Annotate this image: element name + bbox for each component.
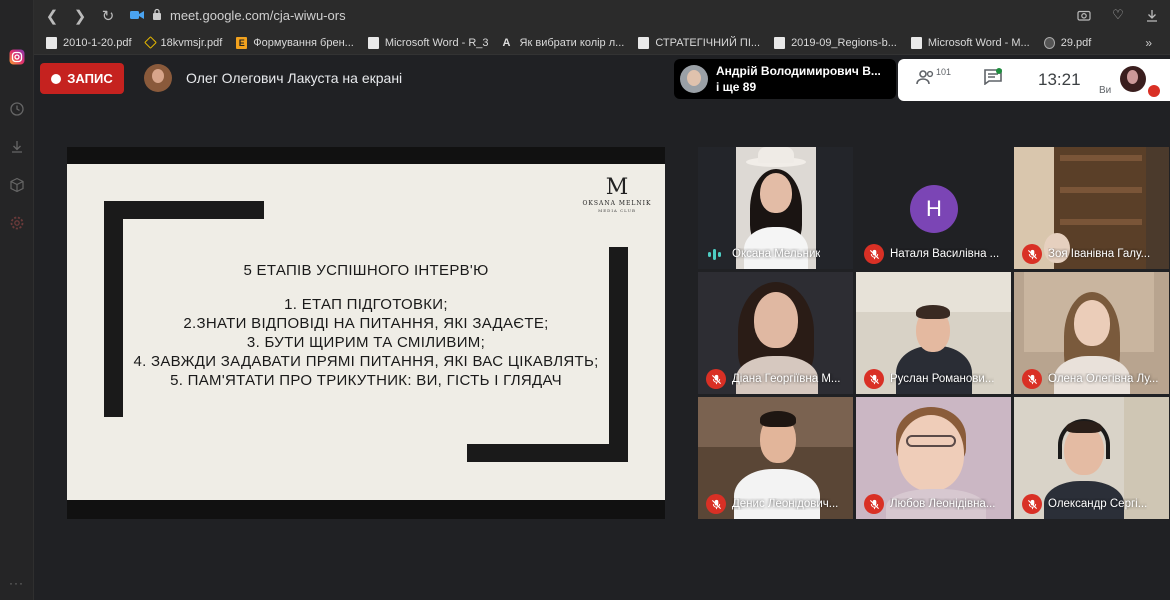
bookmark-item[interactable]: СТРАТЕГІЧНИЙ ПІ...	[638, 36, 760, 49]
self-avatar[interactable]	[1120, 66, 1146, 92]
speaker-others: і ще 89	[716, 80, 757, 94]
participant-name: Денис Леонідович...	[732, 498, 839, 510]
participant-tile[interactable]: Любов Леонідівна...	[856, 397, 1011, 519]
box-icon[interactable]	[8, 176, 26, 194]
more-icon[interactable]: ···	[9, 576, 24, 590]
self-label: Ви	[1099, 85, 1112, 96]
self-mic-off-icon	[1148, 85, 1160, 97]
slide-decoration	[467, 444, 628, 462]
participant-name: Діана Георгіївна М...	[732, 373, 841, 385]
meet-controls: 101 13:21 Ви	[898, 59, 1170, 101]
bookmarks-bar: 2010-1-20.pdf 18kvmsjr.pdf E Формування б…	[34, 31, 1170, 55]
presentation-frame[interactable]: M OKSANA MELNIK MEDIA CLUB 5 ЕТАПІВ УСПІ…	[67, 147, 665, 519]
slide-list-item: 5. ПАМ'ЯТАТИ ПРО ТРИКУТНИК: ВИ, ГІСТЬ І …	[170, 372, 562, 389]
document-icon	[46, 36, 57, 49]
speaking-indicator-icon	[708, 248, 721, 260]
people-count: 101	[936, 67, 952, 77]
chat-notification-dot	[996, 68, 1002, 74]
participant-tile[interactable]: Денис Леонідович...	[698, 397, 853, 519]
browser-toolbar: ❮ ❯ ↻ meet.google.com/cja-wiwu-ors ♡	[34, 0, 1170, 31]
e-site-icon: E	[236, 36, 248, 49]
instagram-icon[interactable]	[8, 48, 26, 66]
participant-name: Оксана Мельник	[732, 248, 821, 260]
bookmark-item[interactable]: E Формування брен...	[236, 36, 354, 49]
document-icon	[638, 36, 650, 49]
presenter-status: Олег Олегович Лакуста на екрані	[186, 70, 403, 86]
participant-name: Олена Олегівна Лу...	[1048, 373, 1159, 385]
download-icon[interactable]	[1142, 4, 1162, 26]
bookmark-item[interactable]: 18kvmsjr.pdf	[143, 36, 222, 49]
url-text[interactable]: meet.google.com/cja-wiwu-ors	[170, 8, 346, 23]
reload-icon[interactable]: ↻	[94, 2, 122, 30]
slide-list-item: 4. ЗАВЖДИ ЗАДАВАТИ ПРЯМІ ПИТАННЯ, ЯКІ ВА…	[133, 353, 599, 370]
document-icon	[367, 36, 379, 49]
downloads-icon[interactable]	[8, 138, 26, 156]
participant-tile[interactable]: Оксана Мельник	[698, 147, 853, 269]
mic-off-icon	[864, 244, 884, 264]
participant-tile[interactable]: Руслан Романови...	[856, 272, 1011, 394]
heart-icon[interactable]: ♡	[1108, 4, 1128, 26]
a-site-icon: A	[502, 36, 511, 49]
bookmark-item[interactable]: 29.pdf	[1043, 36, 1091, 49]
presenter-avatar	[144, 64, 172, 92]
slide-title: 5 ЕТАПІВ УСПІШНОГО ІНТЕРВ'Ю	[243, 262, 489, 279]
mic-off-icon	[706, 369, 726, 389]
participant-name: Зоя Іванівна Галу...	[1048, 248, 1151, 260]
record-dot-icon	[51, 73, 62, 84]
speaker-avatar	[680, 65, 708, 93]
address-bar[interactable]: meet.google.com/cja-wiwu-ors	[130, 5, 346, 27]
screenshot-icon[interactable]	[1074, 4, 1094, 26]
participant-tile[interactable]: Олександр Сергі...	[1014, 397, 1169, 519]
slide-list-item: 1. ЕТАП ПІДГОТОВКИ;	[284, 296, 448, 313]
participant-name: Олександр Сергі...	[1048, 498, 1148, 510]
google-meet-browser-window: ··· ❮ ❯ ↻ meet.google.com/cja-wiwu-ors ♡	[0, 0, 1170, 600]
participant-tile[interactable]: Зоя Іванівна Галу...	[1014, 147, 1169, 269]
lock-icon	[152, 7, 162, 25]
oksana-melnik-logo: M OKSANA MELNIK MEDIA CLUB	[582, 175, 652, 214]
recording-button[interactable]: ЗАПИС	[40, 63, 124, 94]
meeting-stage: M OKSANA MELNIK MEDIA CLUB 5 ЕТАПІВ УСПІ…	[34, 101, 1170, 600]
participant-tile[interactable]: H Наталя Василівна ...	[856, 147, 1011, 269]
mic-off-icon	[864, 369, 884, 389]
slide-list: 1. ЕТАП ПІДГОТОВКИ; 2.ЗНАТИ ВІДПОВІДІ НА…	[67, 295, 665, 390]
meet-header: ЗАПИС Олег Олегович Лакуста на екрані Ан…	[34, 55, 1170, 101]
presentation-slide: M OKSANA MELNIK MEDIA CLUB 5 ЕТАПІВ УСПІ…	[67, 164, 665, 500]
meeting-clock: 13:21	[1038, 70, 1081, 89]
back-icon[interactable]: ❮	[38, 2, 66, 30]
participant-name: Руслан Романови...	[890, 373, 995, 385]
mic-off-icon	[1022, 494, 1042, 514]
bookmark-item[interactable]: 2019-09_Regions-b...	[774, 36, 897, 49]
speaker-name: Андрій Володимирович В...	[716, 64, 881, 78]
history-icon[interactable]	[8, 100, 26, 118]
participant-tile[interactable]: Діана Георгіївна М...	[698, 272, 853, 394]
settings-icon[interactable]	[8, 214, 26, 232]
mic-off-icon	[706, 494, 726, 514]
mic-off-icon	[864, 494, 884, 514]
bookmark-item[interactable]: Microsoft Word - R_3	[367, 36, 489, 49]
document-icon	[774, 36, 786, 49]
document-icon	[910, 36, 922, 49]
mic-off-icon	[1022, 369, 1042, 389]
camera-icon	[130, 7, 144, 25]
mic-off-icon	[1022, 244, 1042, 264]
more-bookmarks-button[interactable]: »	[1145, 36, 1152, 50]
participant-tile[interactable]: Олена Олегівна Лу...	[1014, 272, 1169, 394]
slide-list-item: 3. БУТИ ЩИРИМ ТА СМІЛИВИМ;	[246, 334, 486, 351]
slide-list-item: 2.ЗНАТИ ВІДПОВІДІ НА ПИТАННЯ, ЯКІ ЗАДАЄТ…	[183, 315, 549, 332]
participant-name: Наталя Василівна ...	[890, 248, 1000, 260]
forward-icon[interactable]: ❯	[66, 2, 94, 30]
bookmark-item[interactable]: Microsoft Word - M...	[910, 36, 1030, 49]
bookmark-item[interactable]: 2010-1-20.pdf	[46, 36, 132, 49]
globe-icon	[1043, 36, 1055, 49]
browser-sidebar: ···	[0, 0, 34, 600]
people-icon[interactable]	[916, 69, 936, 85]
participant-initial-avatar: H	[910, 185, 958, 233]
bookmark-item[interactable]: A Як вибрати колір л...	[503, 37, 625, 49]
slide-decoration	[104, 201, 264, 219]
active-speaker-box[interactable]: Андрій Володимирович В... і ще 89	[674, 59, 896, 99]
participant-name: Любов Леонідівна...	[890, 498, 996, 510]
emblem-icon	[143, 36, 157, 49]
